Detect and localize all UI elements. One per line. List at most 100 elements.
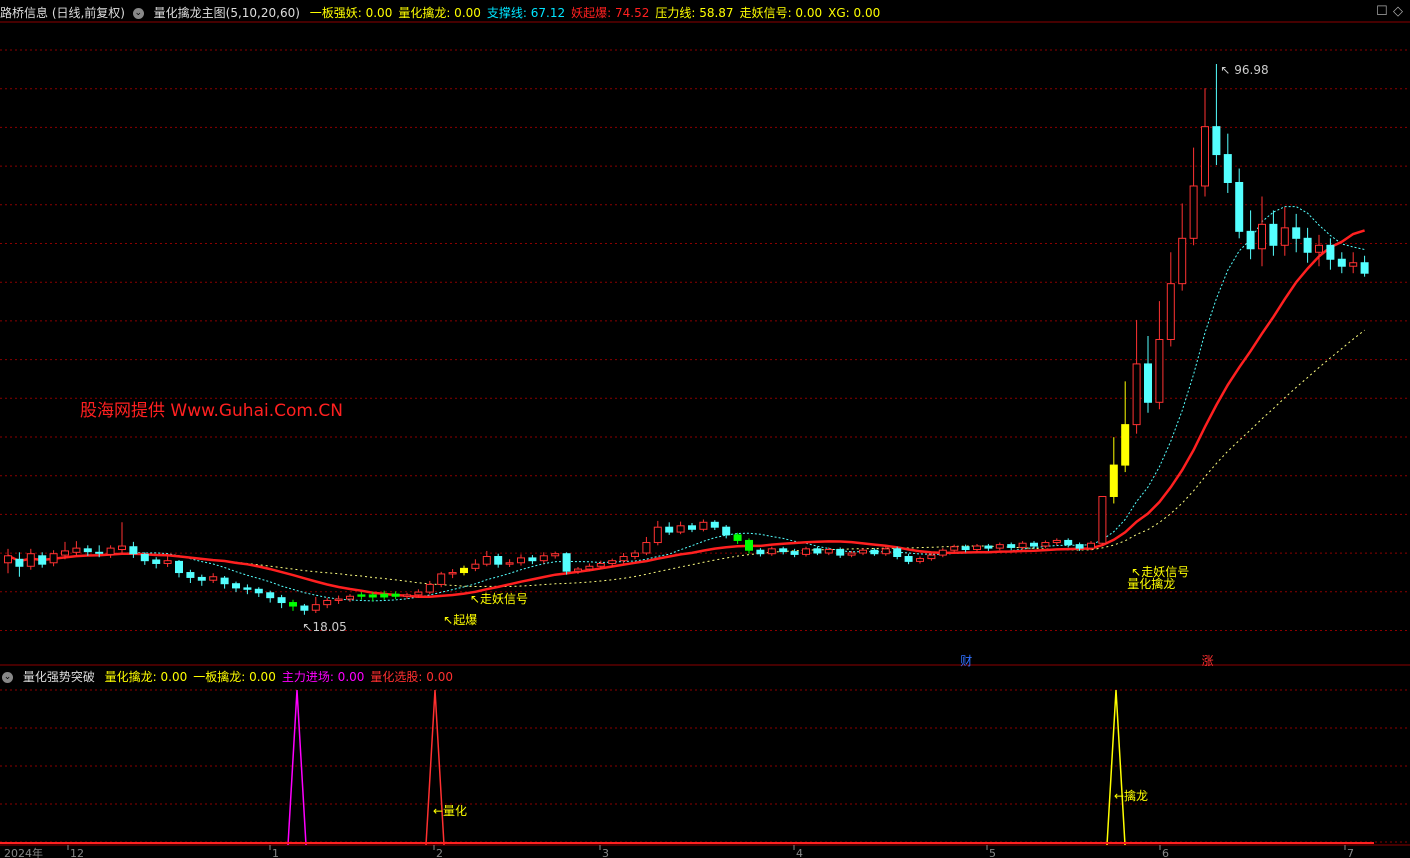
candle <box>1087 542 1095 549</box>
candle <box>311 604 320 611</box>
candle <box>893 548 902 557</box>
candle <box>140 553 149 562</box>
candle <box>1030 542 1038 547</box>
candle <box>15 558 24 567</box>
candle <box>790 551 799 555</box>
x-axis-month-1: 1 <box>272 847 279 858</box>
spike-magenta <box>287 689 307 846</box>
candle <box>1166 283 1175 340</box>
sub-label-lianghua: ←量化 <box>433 804 467 818</box>
candle <box>197 576 206 581</box>
candle <box>961 546 970 551</box>
candle <box>1041 542 1050 547</box>
candle <box>984 545 993 549</box>
candle <box>1258 223 1266 250</box>
candle <box>1064 539 1073 546</box>
candle <box>631 552 639 557</box>
candle <box>4 555 12 564</box>
candle <box>847 552 856 556</box>
candle <box>1349 262 1358 267</box>
candle <box>346 595 354 600</box>
candle <box>300 605 309 611</box>
candle <box>824 549 833 554</box>
candle <box>83 548 92 553</box>
candle <box>596 562 605 567</box>
candle <box>1269 223 1278 246</box>
candle <box>368 594 377 598</box>
candle <box>756 549 765 555</box>
candle <box>254 588 263 594</box>
candle <box>710 521 719 528</box>
candle <box>289 602 297 607</box>
stock-chart[interactable]: ↖ 96.98↖18.05↖走妖信号↖走妖信号↖起爆量化擒龙财 涨←量化←擒龙20… <box>0 0 1410 858</box>
candle <box>1292 227 1301 239</box>
candle <box>323 599 332 606</box>
high-marker-label: ↖ 96.98 <box>1220 63 1268 77</box>
candle <box>334 598 343 601</box>
candle <box>26 553 35 567</box>
candle <box>391 593 400 597</box>
candle <box>859 549 867 554</box>
candle <box>425 583 434 593</box>
candle <box>448 572 457 575</box>
candle <box>1189 185 1198 239</box>
candle <box>380 593 389 598</box>
x-axis-month-5: 5 <box>989 847 996 858</box>
candle <box>608 560 617 564</box>
candle <box>232 583 240 589</box>
candle <box>1201 126 1209 187</box>
candle <box>437 573 446 585</box>
sub-label-qinlong: ←擒龙 <box>1114 788 1148 803</box>
candle <box>152 559 161 564</box>
candle <box>528 557 537 562</box>
candle <box>665 526 674 533</box>
candle <box>106 547 115 555</box>
candle <box>642 542 651 554</box>
candle <box>995 544 1004 549</box>
candle <box>471 563 480 569</box>
candle <box>745 539 753 551</box>
spike-red <box>425 689 445 846</box>
candle <box>186 572 195 578</box>
candle <box>767 548 776 555</box>
candle <box>1052 539 1061 544</box>
candle <box>870 549 879 555</box>
cai-badge: 财 <box>960 654 972 668</box>
candle <box>574 568 582 572</box>
zhang-badge: 涨 <box>1202 653 1214 668</box>
candle <box>460 567 468 574</box>
candle <box>904 555 913 562</box>
x-axis-month-2: 2 <box>436 847 443 858</box>
candle <box>243 587 252 590</box>
candle <box>95 551 104 554</box>
x-axis-month-12: 12 <box>70 847 84 858</box>
candle <box>403 594 411 597</box>
candle <box>1246 230 1255 250</box>
candle <box>836 549 845 556</box>
candle <box>1360 262 1369 274</box>
candle <box>562 553 571 572</box>
candle <box>61 550 69 556</box>
candle <box>551 553 560 557</box>
candle <box>699 521 708 530</box>
candle <box>1121 424 1130 466</box>
x-axis-year: 2024年 <box>4 846 43 858</box>
candle <box>1337 258 1346 267</box>
candle <box>1132 363 1141 426</box>
x-axis-month-6: 6 <box>1162 847 1169 858</box>
candle <box>49 553 58 564</box>
candle <box>1212 126 1221 156</box>
candle <box>688 525 696 530</box>
candle <box>653 526 662 544</box>
candle <box>72 547 81 553</box>
signal-label-qinlong: 量化擒龙 <box>1127 576 1175 591</box>
x-axis-month-4: 4 <box>796 847 803 858</box>
candle <box>494 555 503 565</box>
candle <box>539 555 548 562</box>
candle <box>220 577 229 585</box>
watermark: 股海网提供 Www.Guhai.Com.CN <box>80 401 343 421</box>
candle <box>1280 227 1289 246</box>
candle <box>722 526 731 536</box>
candle <box>1098 495 1107 544</box>
candle <box>505 562 514 565</box>
